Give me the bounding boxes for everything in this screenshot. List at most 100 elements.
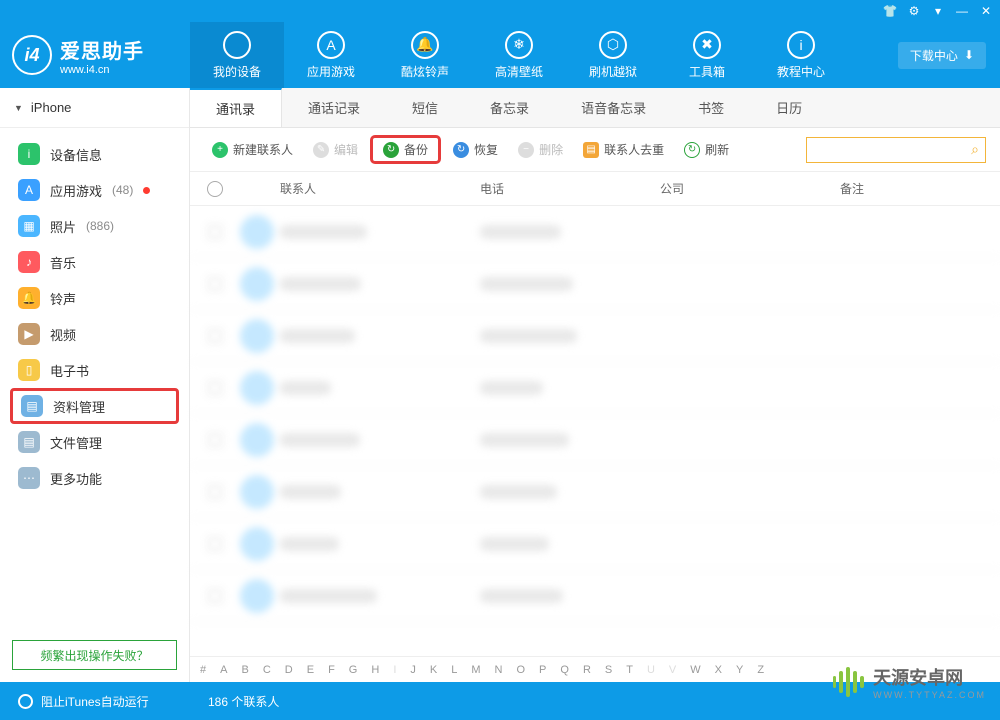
data-tabs: 通讯录通话记录短信备忘录语音备忘录书签日历 <box>190 88 1000 128</box>
download-center-label: 下载中心 <box>910 47 958 64</box>
troubleshoot-button[interactable]: 频繁出现操作失败？ <box>12 640 177 670</box>
sidebar-item-photos[interactable]: ▦照片 (886) <box>10 208 179 244</box>
table-row[interactable] <box>190 362 1000 414</box>
row-checkbox[interactable] <box>208 433 222 447</box>
sidebar-item-data[interactable]: ▤资料管理 <box>10 388 179 424</box>
refresh-button[interactable]: ↻ 刷新 <box>676 136 737 163</box>
gear-icon[interactable]: ⚙ <box>906 3 922 19</box>
alpha-Z[interactable]: Z <box>757 664 764 676</box>
alpha-E[interactable]: E <box>307 664 314 676</box>
table-row[interactable] <box>190 570 1000 622</box>
watermark: 天源安卓网 WWW.TYTYAZ.COM <box>831 664 986 700</box>
restore-icon: ↻ <box>453 142 469 158</box>
alpha-X[interactable]: X <box>715 664 722 676</box>
alpha-P[interactable]: P <box>539 664 546 676</box>
alpha-U[interactable]: U <box>647 664 655 676</box>
sidebar-item-ebook[interactable]: ▯电子书 <box>10 352 179 388</box>
col-remark[interactable]: 备注 <box>840 180 1000 197</box>
tab-5[interactable]: 书签 <box>672 88 750 127</box>
backup-button[interactable]: ↻ 备份 <box>370 135 441 164</box>
nav-icon: ✖ <box>693 31 721 59</box>
tab-0[interactable]: 通讯录 <box>190 88 282 127</box>
sidebar-item-video[interactable]: ▶视频 <box>10 316 179 352</box>
row-checkbox[interactable] <box>208 485 222 499</box>
alpha-F[interactable]: F <box>328 664 335 676</box>
row-checkbox[interactable] <box>208 329 222 343</box>
alpha-R[interactable]: R <box>583 664 591 676</box>
alpha-A[interactable]: A <box>220 664 227 676</box>
table-row[interactable] <box>190 206 1000 258</box>
col-contact[interactable]: 联系人 <box>240 180 480 197</box>
table-row[interactable] <box>190 466 1000 518</box>
row-checkbox[interactable] <box>208 277 222 291</box>
sidebar-item-apps[interactable]: A应用游戏 (48) <box>10 172 179 208</box>
nav-0[interactable]: 我的设备 <box>190 22 284 88</box>
alpha-D[interactable]: D <box>285 664 293 676</box>
device-selector[interactable]: ▼ iPhone <box>0 88 189 128</box>
search-icon[interactable]: ⌕ <box>971 141 979 158</box>
tab-4[interactable]: 语音备忘录 <box>555 88 672 127</box>
alpha-Q[interactable]: Q <box>560 664 569 676</box>
select-all-checkbox[interactable] <box>207 181 223 197</box>
new-contact-button[interactable]: + 新建联系人 <box>204 136 301 163</box>
nav-1[interactable]: A应用游戏 <box>284 22 378 88</box>
sidebar-item-music[interactable]: ♪音乐 <box>10 244 179 280</box>
nav-4[interactable]: ⬡刷机越狱 <box>566 22 660 88</box>
logo-icon: i4 <box>12 35 52 75</box>
alpha-N[interactable]: N <box>495 664 503 676</box>
nav-5[interactable]: ✖工具箱 <box>660 22 754 88</box>
alpha-J[interactable]: J <box>410 664 416 676</box>
alpha-I[interactable]: I <box>393 664 396 676</box>
itunes-block-toggle[interactable]: 阻止iTunes自动运行 <box>0 693 190 710</box>
tab-6[interactable]: 日历 <box>750 88 828 127</box>
sidebar-item-more[interactable]: ⋯更多功能 <box>10 460 179 496</box>
table-row[interactable] <box>190 258 1000 310</box>
alpha-C[interactable]: C <box>263 664 271 676</box>
sidebar-item-files[interactable]: ▤文件管理 <box>10 424 179 460</box>
tab-3[interactable]: 备忘录 <box>464 88 555 127</box>
alpha-O[interactable]: O <box>516 664 525 676</box>
alpha-W[interactable]: W <box>690 664 700 676</box>
row-checkbox[interactable] <box>208 537 222 551</box>
col-company[interactable]: 公司 <box>660 180 840 197</box>
brand-site: www.i4.cn <box>60 64 144 76</box>
menu-icon[interactable]: ▾ <box>930 3 946 19</box>
download-center-button[interactable]: 下载中心 ⬇ <box>898 42 986 69</box>
edit-button[interactable]: ✎ 编辑 <box>305 136 366 163</box>
sidebar-item-ring[interactable]: 🔔铃声 <box>10 280 179 316</box>
app-header: i4 爱思助手 www.i4.cn 我的设备A应用游戏🔔酷炫铃声❄高清壁纸⬡刷机… <box>0 22 1000 88</box>
alpha-Y[interactable]: Y <box>736 664 743 676</box>
tab-2[interactable]: 短信 <box>386 88 464 127</box>
alpha-G[interactable]: G <box>349 664 358 676</box>
alpha-M[interactable]: M <box>471 664 480 676</box>
row-checkbox[interactable] <box>208 225 222 239</box>
minimize-icon[interactable]: — <box>954 3 970 19</box>
alpha-B[interactable]: B <box>241 664 248 676</box>
delete-button[interactable]: − 删除 <box>510 136 571 163</box>
tab-1[interactable]: 通话记录 <box>282 88 386 127</box>
alpha-K[interactable]: K <box>430 664 437 676</box>
alpha-T[interactable]: T <box>626 664 633 676</box>
skin-icon[interactable]: 👕 <box>882 3 898 19</box>
alpha-#[interactable]: # <box>200 664 206 676</box>
alpha-L[interactable]: L <box>451 664 457 676</box>
col-phone[interactable]: 电话 <box>480 180 660 197</box>
table-row[interactable] <box>190 414 1000 466</box>
alpha-S[interactable]: S <box>605 664 612 676</box>
nav-6[interactable]: i教程中心 <box>754 22 848 88</box>
dedupe-button[interactable]: ▤ 联系人去重 <box>575 136 672 163</box>
alpha-H[interactable]: H <box>371 664 379 676</box>
nav-3[interactable]: ❄高清壁纸 <box>472 22 566 88</box>
row-checkbox[interactable] <box>208 381 222 395</box>
search-input[interactable] <box>813 143 971 157</box>
alpha-V[interactable]: V <box>669 664 676 676</box>
search-box[interactable]: ⌕ <box>806 137 986 163</box>
table-row[interactable] <box>190 518 1000 570</box>
table-row[interactable] <box>190 310 1000 362</box>
refresh-icon: ↻ <box>684 142 700 158</box>
nav-2[interactable]: 🔔酷炫铃声 <box>378 22 472 88</box>
close-icon[interactable]: ✕ <box>978 3 994 19</box>
sidebar-item-info[interactable]: i设备信息 <box>10 136 179 172</box>
row-checkbox[interactable] <box>208 589 222 603</box>
restore-button[interactable]: ↻ 恢复 <box>445 136 506 163</box>
